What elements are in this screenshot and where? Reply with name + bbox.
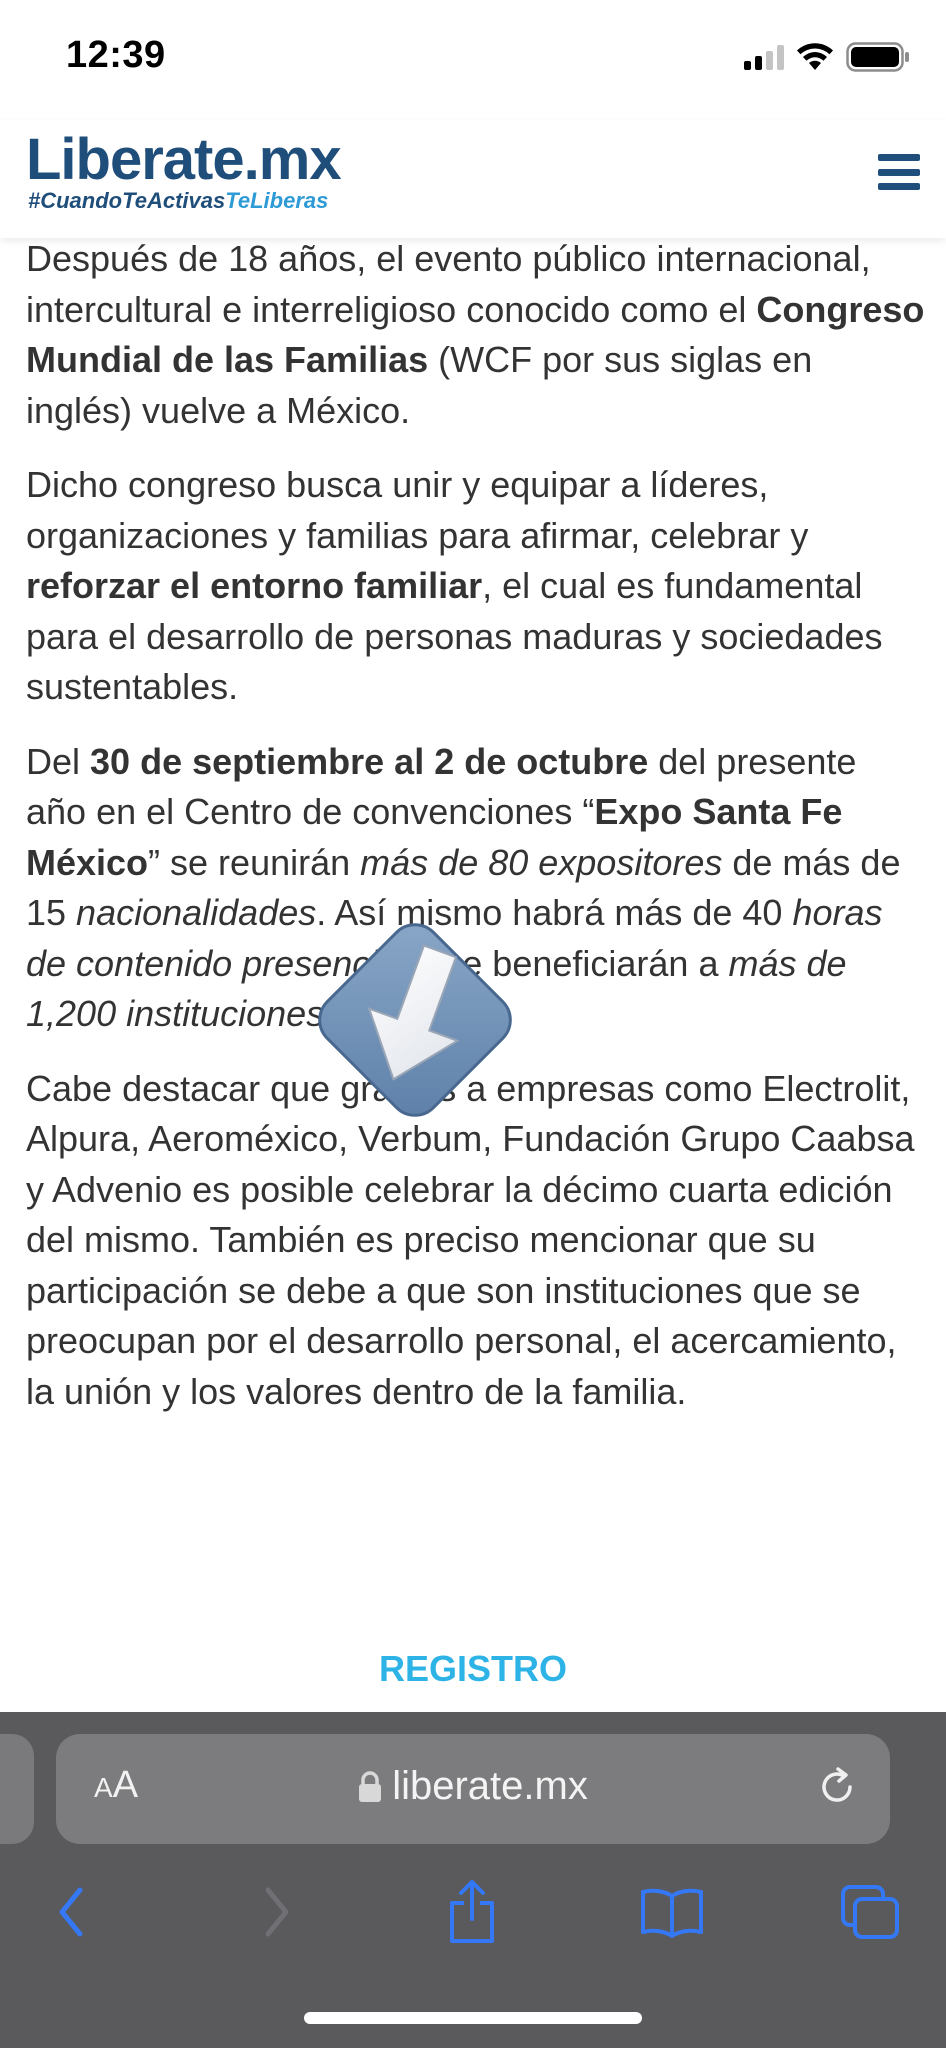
wifi-icon bbox=[797, 43, 833, 70]
site-logo[interactable]: Liberate.mx bbox=[26, 126, 342, 193]
lock-icon bbox=[359, 1770, 382, 1802]
url-text: liberate.mx bbox=[392, 1764, 588, 1808]
browser-nav-toolbar bbox=[0, 1872, 946, 1962]
article-paragraph-2: Dicho congreso busca unir y equipar a lí… bbox=[26, 464, 883, 707]
reload-icon[interactable] bbox=[814, 1764, 860, 1810]
adjacent-tab-preview[interactable] bbox=[0, 1734, 34, 1844]
site-header: Liberate.mx #CuandoTeActivasTeLiberas bbox=[0, 120, 946, 238]
hamburger-menu-icon[interactable] bbox=[878, 154, 920, 190]
status-time: 12:39 bbox=[66, 34, 166, 76]
url-display[interactable]: liberate.mx bbox=[56, 1764, 890, 1809]
download-arrow-icon[interactable] bbox=[290, 895, 540, 1145]
forward-icon bbox=[265, 1887, 289, 1937]
register-link[interactable]: REGISTRO bbox=[0, 1648, 946, 1690]
address-bar[interactable]: AA liberate.mx bbox=[56, 1734, 890, 1844]
bookmarks-icon bbox=[641, 1888, 703, 1938]
article-paragraph-1: Después de 18 años, el evento público in… bbox=[26, 238, 925, 431]
battery-icon bbox=[846, 42, 909, 72]
share-icon bbox=[450, 1880, 494, 1943]
status-icons bbox=[744, 42, 910, 72]
browser-toolbar: AA liberate.mx bbox=[0, 1712, 946, 2048]
status-bar: 12:39 bbox=[0, 0, 946, 120]
home-indicator[interactable] bbox=[304, 2012, 642, 2024]
article-body: Después de 18 años, el evento público in… bbox=[26, 234, 926, 1441]
back-icon bbox=[59, 1887, 83, 1937]
share-button[interactable] bbox=[432, 1872, 512, 1952]
tagline-part-2: TeLiberas bbox=[225, 188, 329, 213]
bookmarks-button[interactable] bbox=[632, 1872, 712, 1952]
tabs-icon bbox=[841, 1885, 899, 1939]
forward-button[interactable] bbox=[236, 1872, 316, 1952]
tabs-button[interactable] bbox=[830, 1872, 910, 1952]
cellular-signal-icon bbox=[744, 44, 784, 70]
tagline-part-1: #CuandoTeActivas bbox=[28, 188, 226, 213]
back-button[interactable] bbox=[32, 1872, 112, 1952]
site-tagline: #CuandoTeActivasTeLiberas bbox=[28, 188, 328, 214]
